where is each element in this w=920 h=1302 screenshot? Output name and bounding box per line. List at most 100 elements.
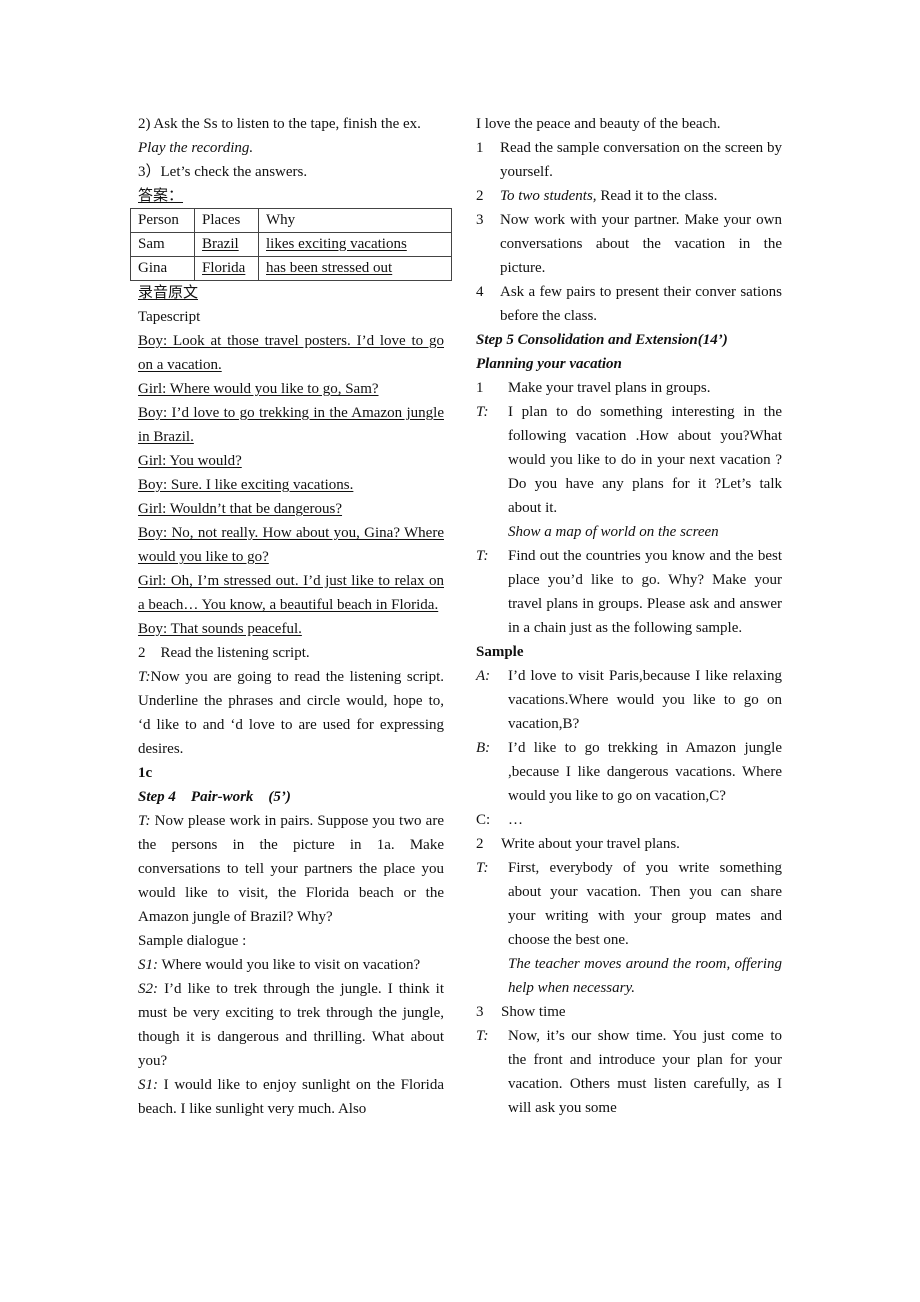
tapescript-line: Girl: Wouldn’t that be dangerous? [138, 501, 343, 517]
item-text: Write about your travel plans. [501, 836, 680, 852]
item-number: 1 [476, 140, 484, 156]
speech-text: Now you are going to read the listening … [138, 669, 444, 757]
list-item: 3 Now work with your partner. Make your … [476, 208, 782, 280]
item-text: Read the listening script. [160, 645, 310, 661]
speaker-label: T: [476, 1028, 489, 1044]
speech-text: I plan to do something interesting in th… [508, 404, 782, 516]
tapescript-line: Boy: I’d love to go trekking in the Amaz… [138, 405, 444, 445]
left-column: 2) Ask the Ss to listen to the tape, fin… [130, 112, 452, 1121]
speech-text: First, everybody of you write something … [508, 860, 782, 948]
sample-heading: Sample [476, 644, 524, 660]
table-cell: Gina [130, 256, 195, 281]
tapescript-line: Boy: Sure. I like exciting vacations. [138, 477, 354, 493]
list-item: 4 Ask a few pairs to present their conver… [476, 280, 782, 328]
item-number: 2 [476, 836, 484, 852]
speaker-label: T: [476, 860, 489, 876]
table-header: Why [258, 208, 452, 233]
sub-heading: Planning your vacation [476, 356, 622, 372]
speech-text: I’d like to trek through the jungle. I t… [138, 981, 444, 1069]
tapescript-line: Boy: That sounds peaceful. [138, 621, 302, 637]
dialogue-line: S1: Where would you like to visit on vac… [138, 953, 444, 977]
tapescript-line: Girl: Where would you like to go, Sam? [138, 381, 379, 397]
answers-label: 答案： [138, 188, 184, 204]
table-row: Gina Florida has been stressed out [130, 256, 452, 281]
speech-text: … [508, 812, 523, 828]
instruction-check: 3）Let’s check the answers. [138, 164, 308, 180]
speech-text: I would like to enjoy sunlight on the Fl… [138, 1077, 444, 1117]
speech-text: I’d love to visit Paris,because I like r… [508, 668, 782, 732]
tapescript-line: Boy: No, not really. How about you, Gina… [138, 525, 444, 565]
instruction-play: Play the recording. [138, 140, 254, 156]
answers-table: Person Places Why Sam Brazil likes excit… [130, 208, 452, 281]
instruction-listen: 2) Ask the Ss to listen to the tape, fin… [138, 116, 421, 132]
list-item: 2 Write about your travel plans. [476, 832, 782, 856]
dialogue-line: C: … [476, 808, 782, 832]
sample-dialogue-label: Sample dialogue : [138, 933, 247, 949]
tapescript-line: Girl: Oh, I’m stressed out. I’d just lik… [138, 573, 444, 613]
teacher-line: T: I plan to do something interesting in… [476, 400, 782, 520]
speaker-label: T: [138, 669, 151, 685]
speaker-label: C: [476, 812, 491, 828]
table-cell: Brazil [202, 236, 239, 252]
item-text: Ask a few pairs to present their conver … [500, 284, 782, 324]
stage-note: Show a map of world on the screen [508, 524, 719, 540]
list-item: 1 Read the sample conversation on the sc… [476, 136, 782, 184]
speaker-label: A: [476, 668, 491, 684]
table-header: Person [130, 208, 195, 233]
table-header: Places [194, 208, 259, 233]
speech-text: Now, it’s our show time. You just come t… [508, 1028, 782, 1116]
table-cell: Sam [130, 232, 195, 257]
teacher-line: T: Find out the countries you know and th… [476, 544, 782, 640]
item-text: Show time [501, 1004, 566, 1020]
script-label: 录音原文 [138, 285, 199, 301]
speaker-label: S1: [138, 1077, 158, 1093]
read-script-item: 2 Read the listening script. [138, 641, 444, 665]
item-number: 4 [476, 284, 484, 300]
list-item: 3 Show time [476, 1000, 782, 1024]
item-number: 3 [476, 212, 484, 228]
speaker-label: S1: [138, 957, 158, 973]
dialogue-line: B: I’d like to go trekking in Amazon jung… [476, 736, 782, 808]
section-heading: 1c [138, 765, 153, 781]
table-row: Sam Brazil likes exciting vacations [130, 232, 452, 257]
dialogue-line: S2: I’d like to trek through the jungle.… [138, 977, 444, 1073]
step-heading: Step 5 Consolidation and Extension(14’) [476, 332, 728, 348]
tapescript-line: Boy: Look at those travel posters. I’d l… [138, 333, 444, 373]
speech-text: Now please work in pairs. Suppose you tw… [138, 813, 444, 925]
item-text: Read it to the class. [596, 188, 718, 204]
speech-text: I’d like to go trekking in Amazon jungle… [508, 740, 782, 804]
speaker-label: T: [476, 548, 489, 564]
item-text: Now work with your partner. Make your ow… [500, 212, 782, 276]
item-number: 2 [138, 645, 146, 661]
item-text: Make your travel plans in groups. [508, 380, 711, 396]
teacher-line: T:Now you are going to read the listenin… [138, 665, 444, 761]
table-cell: Florida [202, 260, 246, 276]
beach-line: I love the peace and beauty of the beach… [476, 116, 721, 132]
speech-text: Find out the countries you know and the … [508, 548, 782, 636]
table-header-row: Person Places Why [130, 208, 452, 233]
speech-text: Where would you like to visit on vacatio… [158, 957, 421, 973]
speaker-label: T: [476, 404, 489, 420]
table-cell: has been stressed out [266, 260, 393, 276]
teacher-line: T: First, everybody of you write somethi… [476, 856, 782, 952]
dialogue-line: S1: I would like to enjoy sunlight on th… [138, 1073, 444, 1121]
item-number: 3 [476, 1004, 484, 1020]
list-item: 1 Make your travel plans in groups. [476, 376, 782, 400]
item-number: 2 [476, 188, 484, 204]
speaker-label: B: [476, 740, 491, 756]
teacher-line: T: Now, it’s our show time. You just com… [476, 1024, 782, 1120]
speaker-label: S2: [138, 981, 158, 997]
item-number: 1 [476, 380, 484, 396]
tapescript-line: Girl: You would? [138, 453, 242, 469]
step-heading: Step 4 Pair-work (5’) [138, 789, 291, 805]
list-item: 2 To two students, Read it to the class. [476, 184, 782, 208]
right-column: I love the peace and beauty of the beach… [476, 112, 782, 1120]
tapescript-label: Tapescript [138, 309, 201, 325]
teacher-line: T: Now please work in pairs. Suppose you… [138, 809, 444, 929]
speaker-label: T: [138, 813, 151, 829]
item-italic: To two students, [500, 188, 597, 204]
item-text: Read the sample conversation on the scre… [500, 140, 782, 180]
table-cell: likes exciting vacations [266, 236, 407, 252]
stage-note: The teacher moves around the room, offer… [508, 956, 782, 996]
dialogue-line: A: I’d love to visit Paris,because I like… [476, 664, 782, 736]
